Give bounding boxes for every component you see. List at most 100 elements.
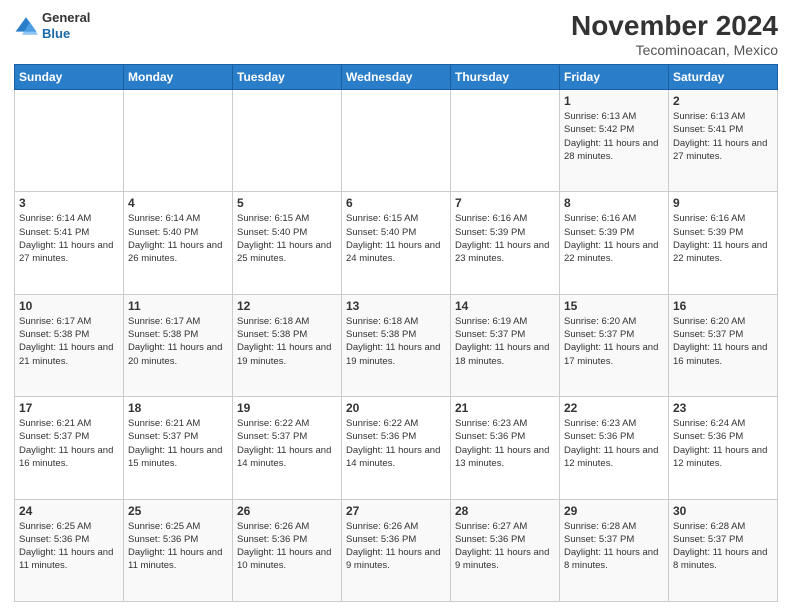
calendar-cell: 10 Sunrise: 6:17 AM Sunset: 5:38 PM Dayli…	[15, 294, 124, 396]
cell-date: 6	[346, 196, 446, 210]
calendar-cell	[342, 90, 451, 192]
cell-date: 11	[128, 299, 228, 313]
logo: General Blue	[14, 10, 90, 41]
cell-date: 16	[673, 299, 773, 313]
calendar-cell: 16 Sunrise: 6:20 AM Sunset: 5:37 PM Dayli…	[669, 294, 778, 396]
calendar-week-5: 24 Sunrise: 6:25 AM Sunset: 5:36 PM Dayli…	[15, 499, 778, 601]
cell-info: Sunrise: 6:26 AM Sunset: 5:36 PM Dayligh…	[237, 520, 337, 573]
calendar-cell: 13 Sunrise: 6:18 AM Sunset: 5:38 PM Dayli…	[342, 294, 451, 396]
calendar-cell: 21 Sunrise: 6:23 AM Sunset: 5:36 PM Dayli…	[451, 397, 560, 499]
cell-info: Sunrise: 6:13 AM Sunset: 5:41 PM Dayligh…	[673, 110, 773, 163]
logo-blue: Blue	[42, 26, 70, 41]
calendar-header: SundayMondayTuesdayWednesdayThursdayFrid…	[15, 65, 778, 90]
calendar-cell: 24 Sunrise: 6:25 AM Sunset: 5:36 PM Dayli…	[15, 499, 124, 601]
cell-date: 9	[673, 196, 773, 210]
calendar-cell: 1 Sunrise: 6:13 AM Sunset: 5:42 PM Daylig…	[560, 90, 669, 192]
cell-info: Sunrise: 6:19 AM Sunset: 5:37 PM Dayligh…	[455, 315, 555, 368]
cell-date: 18	[128, 401, 228, 415]
page: General Blue November 2024 Tecominoacan,…	[0, 0, 792, 612]
calendar-cell: 27 Sunrise: 6:26 AM Sunset: 5:36 PM Dayli…	[342, 499, 451, 601]
cell-info: Sunrise: 6:23 AM Sunset: 5:36 PM Dayligh…	[564, 417, 664, 470]
cell-date: 24	[19, 504, 119, 518]
calendar-week-2: 3 Sunrise: 6:14 AM Sunset: 5:41 PM Daylig…	[15, 192, 778, 294]
cell-date: 14	[455, 299, 555, 313]
cell-info: Sunrise: 6:17 AM Sunset: 5:38 PM Dayligh…	[19, 315, 119, 368]
calendar-cell: 26 Sunrise: 6:26 AM Sunset: 5:36 PM Dayli…	[233, 499, 342, 601]
cell-info: Sunrise: 6:16 AM Sunset: 5:39 PM Dayligh…	[564, 212, 664, 265]
cell-info: Sunrise: 6:20 AM Sunset: 5:37 PM Dayligh…	[673, 315, 773, 368]
calendar-cell: 23 Sunrise: 6:24 AM Sunset: 5:36 PM Dayli…	[669, 397, 778, 499]
cell-date: 29	[564, 504, 664, 518]
cell-date: 17	[19, 401, 119, 415]
cell-date: 7	[455, 196, 555, 210]
calendar-cell: 5Sunrise: 6:15 AM Sunset: 5:40 PM Daylig…	[233, 192, 342, 294]
cell-date: 8	[564, 196, 664, 210]
calendar-table: SundayMondayTuesdayWednesdayThursdayFrid…	[14, 64, 778, 602]
cell-info: Sunrise: 6:25 AM Sunset: 5:36 PM Dayligh…	[19, 520, 119, 573]
cell-date: 21	[455, 401, 555, 415]
cell-info: Sunrise: 6:23 AM Sunset: 5:36 PM Dayligh…	[455, 417, 555, 470]
calendar-cell: 28Sunrise: 6:27 AM Sunset: 5:36 PM Dayli…	[451, 499, 560, 601]
calendar-cell: 29Sunrise: 6:28 AM Sunset: 5:37 PM Dayli…	[560, 499, 669, 601]
calendar-cell: 19Sunrise: 6:22 AM Sunset: 5:37 PM Dayli…	[233, 397, 342, 499]
logo-text: General Blue	[42, 10, 90, 41]
cell-info: Sunrise: 6:25 AM Sunset: 5:36 PM Dayligh…	[128, 520, 228, 573]
cell-date: 25	[128, 504, 228, 518]
weekday-header-friday: Friday	[560, 65, 669, 90]
cell-info: Sunrise: 6:14 AM Sunset: 5:40 PM Dayligh…	[128, 212, 228, 265]
cell-info: Sunrise: 6:16 AM Sunset: 5:39 PM Dayligh…	[673, 212, 773, 265]
cell-info: Sunrise: 6:18 AM Sunset: 5:38 PM Dayligh…	[346, 315, 446, 368]
cell-date: 28	[455, 504, 555, 518]
calendar-cell: 20 Sunrise: 6:22 AM Sunset: 5:36 PM Dayli…	[342, 397, 451, 499]
cell-info: Sunrise: 6:21 AM Sunset: 5:37 PM Dayligh…	[128, 417, 228, 470]
cell-info: Sunrise: 6:28 AM Sunset: 5:37 PM Dayligh…	[673, 520, 773, 573]
calendar-cell	[451, 90, 560, 192]
cell-date: 26	[237, 504, 337, 518]
calendar-cell: 17 Sunrise: 6:21 AM Sunset: 5:37 PM Dayli…	[15, 397, 124, 499]
calendar-body: 1 Sunrise: 6:13 AM Sunset: 5:42 PM Daylig…	[15, 90, 778, 602]
cell-info: Sunrise: 6:15 AM Sunset: 5:40 PM Dayligh…	[346, 212, 446, 265]
calendar-cell: 6 Sunrise: 6:15 AM Sunset: 5:40 PM Daylig…	[342, 192, 451, 294]
calendar-cell: 7 Sunrise: 6:16 AM Sunset: 5:39 PM Daylig…	[451, 192, 560, 294]
cell-info: Sunrise: 6:17 AM Sunset: 5:38 PM Dayligh…	[128, 315, 228, 368]
calendar-cell: 9 Sunrise: 6:16 AM Sunset: 5:39 PM Daylig…	[669, 192, 778, 294]
cell-date: 2	[673, 94, 773, 108]
calendar-week-1: 1 Sunrise: 6:13 AM Sunset: 5:42 PM Daylig…	[15, 90, 778, 192]
weekday-header-wednesday: Wednesday	[342, 65, 451, 90]
cell-date: 13	[346, 299, 446, 313]
month-title: November 2024	[571, 10, 778, 42]
calendar-week-3: 10 Sunrise: 6:17 AM Sunset: 5:38 PM Dayli…	[15, 294, 778, 396]
calendar-cell	[124, 90, 233, 192]
cell-date: 1	[564, 94, 664, 108]
cell-info: Sunrise: 6:13 AM Sunset: 5:42 PM Dayligh…	[564, 110, 664, 163]
cell-date: 23	[673, 401, 773, 415]
cell-date: 20	[346, 401, 446, 415]
cell-info: Sunrise: 6:24 AM Sunset: 5:36 PM Dayligh…	[673, 417, 773, 470]
cell-info: Sunrise: 6:21 AM Sunset: 5:37 PM Dayligh…	[19, 417, 119, 470]
cell-info: Sunrise: 6:14 AM Sunset: 5:41 PM Dayligh…	[19, 212, 119, 265]
cell-date: 5	[237, 196, 337, 210]
header: General Blue November 2024 Tecominoacan,…	[14, 10, 778, 58]
calendar-cell: 30Sunrise: 6:28 AM Sunset: 5:37 PM Dayli…	[669, 499, 778, 601]
calendar-cell: 15Sunrise: 6:20 AM Sunset: 5:37 PM Dayli…	[560, 294, 669, 396]
logo-icon	[14, 14, 38, 38]
cell-date: 22	[564, 401, 664, 415]
calendar-cell: 2 Sunrise: 6:13 AM Sunset: 5:41 PM Daylig…	[669, 90, 778, 192]
calendar-cell: 11 Sunrise: 6:17 AM Sunset: 5:38 PM Dayli…	[124, 294, 233, 396]
cell-info: Sunrise: 6:22 AM Sunset: 5:36 PM Dayligh…	[346, 417, 446, 470]
calendar-week-4: 17 Sunrise: 6:21 AM Sunset: 5:37 PM Dayli…	[15, 397, 778, 499]
cell-date: 3	[19, 196, 119, 210]
calendar-cell: 8 Sunrise: 6:16 AM Sunset: 5:39 PM Daylig…	[560, 192, 669, 294]
weekday-header-saturday: Saturday	[669, 65, 778, 90]
location: Tecominoacan, Mexico	[571, 42, 778, 58]
logo-general: General	[42, 10, 90, 25]
cell-info: Sunrise: 6:22 AM Sunset: 5:37 PM Dayligh…	[237, 417, 337, 470]
weekday-header-thursday: Thursday	[451, 65, 560, 90]
weekday-header-monday: Monday	[124, 65, 233, 90]
calendar-cell: 3 Sunrise: 6:14 AM Sunset: 5:41 PM Daylig…	[15, 192, 124, 294]
cell-date: 10	[19, 299, 119, 313]
cell-date: 27	[346, 504, 446, 518]
calendar-cell: 18 Sunrise: 6:21 AM Sunset: 5:37 PM Dayli…	[124, 397, 233, 499]
cell-info: Sunrise: 6:26 AM Sunset: 5:36 PM Dayligh…	[346, 520, 446, 573]
cell-info: Sunrise: 6:16 AM Sunset: 5:39 PM Dayligh…	[455, 212, 555, 265]
